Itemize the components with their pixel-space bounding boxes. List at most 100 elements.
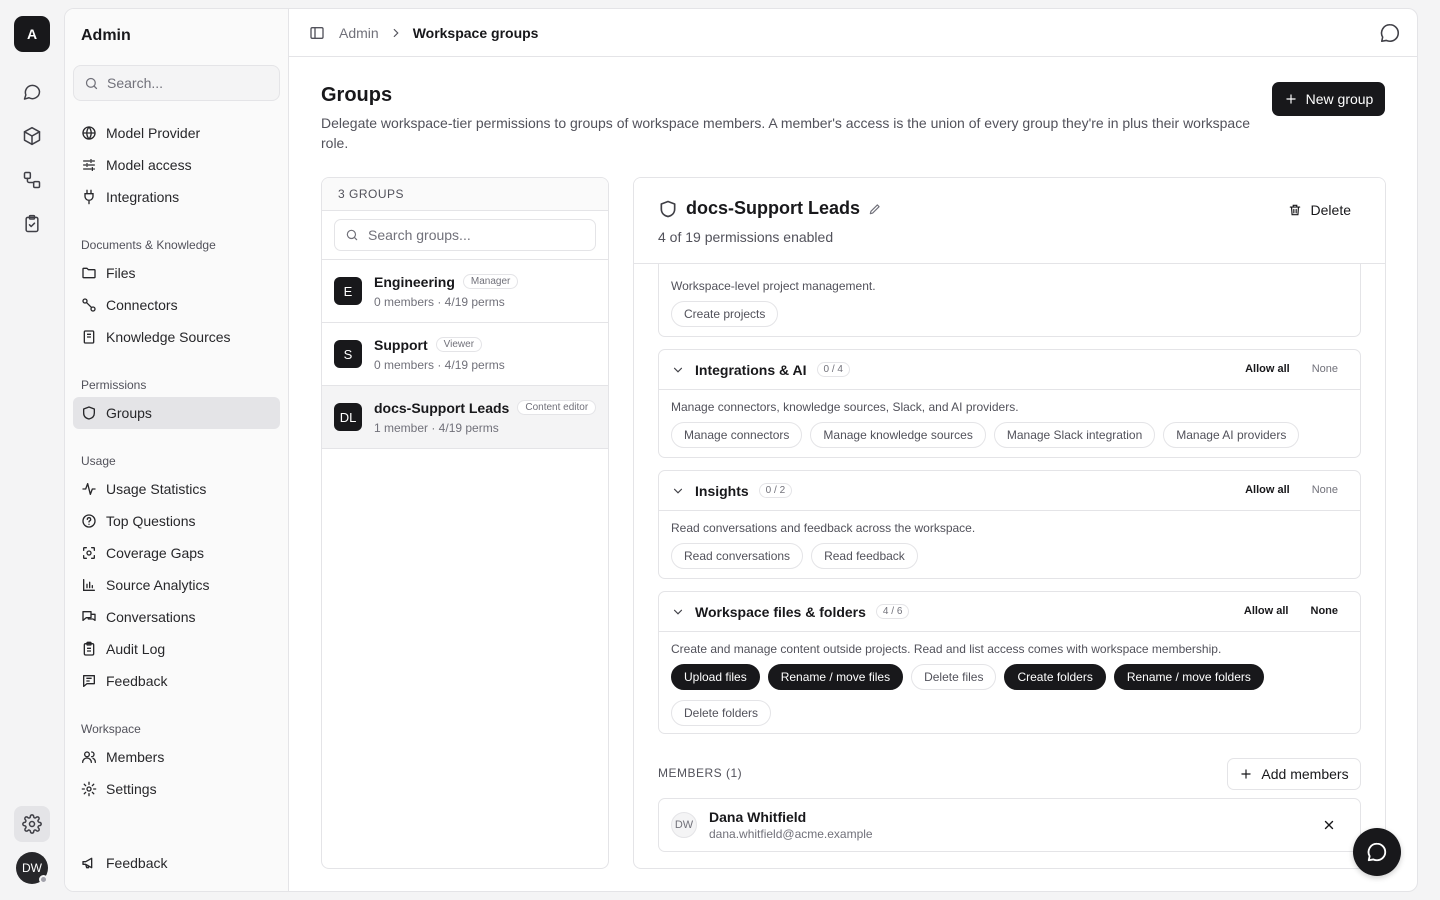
sidebar-item-label: Conversations [106, 609, 196, 625]
sidebar-footer-feedback[interactable]: Feedback [73, 847, 280, 879]
plug-icon [84, 189, 94, 205]
sidebar-search[interactable] [73, 65, 280, 101]
plus-icon [1285, 94, 1296, 104]
allow-all-button[interactable]: Allow all [1245, 363, 1290, 375]
permission-chip-rename-move-files[interactable]: Rename / move files [767, 664, 904, 690]
admin-settings-rail-button[interactable] [14, 806, 50, 842]
delete-group-button[interactable]: Delete [1288, 202, 1351, 218]
sidebar-item-model-provider[interactable]: Model Provider [73, 117, 280, 149]
none-button[interactable]: None [1312, 484, 1338, 496]
sidebar-item-usage-statistics[interactable]: Usage Statistics [73, 473, 280, 505]
sidebar-item-settings[interactable]: Settings [73, 773, 280, 805]
group-role-badge: Manager [462, 274, 519, 289]
clipboard-icon [83, 641, 95, 656]
workspace-logo[interactable]: A [14, 16, 50, 52]
none-button[interactable]: None [1311, 605, 1339, 617]
permission-chips: Upload files Rename / move files Delete … [659, 656, 1360, 738]
permission-chip-manage-ai-providers[interactable]: Manage AI providers [1163, 422, 1300, 448]
sidebar-item-connectors[interactable]: Connectors [73, 289, 280, 321]
none-button[interactable]: None [1312, 363, 1338, 375]
groups-search-input[interactable] [368, 227, 588, 243]
permission-chip-delete-files[interactable]: Delete files [911, 664, 997, 690]
shield-icon [660, 200, 676, 217]
page-description: Delegate workspace-tier permissions to g… [321, 115, 1250, 151]
permission-card-header[interactable]: Integrations & AI 0 / 4 Allow all None [659, 350, 1360, 390]
permission-chip-rename-move-folders[interactable]: Rename / move folders [1113, 664, 1264, 690]
box-icon [23, 126, 41, 146]
sidebar-item-source-analytics[interactable]: Source Analytics [73, 569, 280, 601]
permission-card-title: Insights [695, 482, 749, 499]
sidebar-item-conversations[interactable]: Conversations [73, 601, 280, 633]
permission-chip-read-conversations[interactable]: Read conversations [671, 543, 804, 569]
group-row-engineering[interactable]: E Engineering Manager 0 members · 4/19 pe… [322, 260, 608, 323]
allow-all-button[interactable]: Allow all [1244, 605, 1289, 617]
tasks-rail-button[interactable] [14, 206, 50, 242]
permission-chip-create-folders[interactable]: Create folders [1004, 664, 1106, 690]
sidebar-item-model-access[interactable]: Model access [73, 149, 280, 181]
permission-card-header[interactable]: Workspace files & folders 4 / 6 Allow al… [659, 592, 1360, 632]
gear-icon [22, 814, 42, 834]
toggle-sidebar-button[interactable] [309, 25, 325, 41]
activity-icon [82, 483, 96, 495]
megaphone-icon [82, 857, 93, 869]
allow-all-button[interactable]: Allow all [1245, 484, 1290, 496]
permission-card-count: 0 / 4 [816, 362, 850, 377]
sidebar-item-label: Members [106, 749, 165, 765]
group-name: Support [374, 336, 428, 353]
add-members-button[interactable]: Add members [1227, 758, 1361, 790]
group-row-support[interactable]: S Support Viewer 0 members · 4/19 perms [322, 323, 608, 386]
permission-chip-manage-slack[interactable]: Manage Slack integration [993, 422, 1156, 448]
permission-card-header[interactable]: Insights 0 / 2 Allow all None [659, 471, 1360, 511]
permission-chip-create-projects[interactable]: Create projects [671, 301, 779, 327]
app-shell: Admin Model Provider Model access Integr… [64, 8, 1418, 892]
remove-member-button[interactable] [1322, 818, 1336, 832]
permission-chip-manage-knowledge-sources[interactable]: Manage knowledge sources [810, 422, 986, 448]
sidebar-item-label: Usage Statistics [106, 481, 207, 497]
messages-icon [82, 611, 96, 621]
permission-chip-delete-folders[interactable]: Delete folders [671, 700, 772, 726]
sidebar-item-files[interactable]: Files [73, 257, 280, 289]
sidebar-item-groups[interactable]: Groups [73, 397, 280, 429]
chat-bubble-icon [23, 84, 41, 100]
workflows-rail-button[interactable] [14, 162, 50, 198]
group-role-badge: Content editor [517, 400, 597, 415]
sidebar-item-label: Files [106, 265, 136, 281]
permission-chips: Read conversations Read feedback [659, 535, 1360, 581]
sidebar-item-coverage-gaps[interactable]: Coverage Gaps [73, 537, 280, 569]
folder-icon [82, 267, 96, 279]
permission-chip-upload-files[interactable]: Upload files [671, 664, 760, 690]
search-icon [85, 77, 98, 89]
new-group-label: New group [1305, 91, 1374, 107]
groups-search[interactable] [334, 219, 596, 251]
sidebar-item-label: Connectors [106, 297, 178, 313]
sidebar-item-members[interactable]: Members [73, 741, 280, 773]
chevron-down-icon [673, 609, 683, 615]
user-avatar[interactable]: DW [16, 852, 48, 884]
sidebar-item-top-questions[interactable]: Top Questions [73, 505, 280, 537]
member-row: DW Dana Whitfield dana.whitfield@acme.ex… [658, 798, 1361, 852]
group-avatar: E [334, 277, 362, 305]
users-icon [82, 751, 96, 763]
connector-icon [82, 298, 96, 312]
rename-group-button[interactable] [868, 202, 882, 216]
permission-chip-manage-connectors[interactable]: Manage connectors [671, 422, 803, 448]
sidebar-item-feedback[interactable]: Feedback [73, 665, 280, 697]
breadcrumb-admin[interactable]: Admin [339, 25, 379, 41]
chat-fab-button[interactable] [1353, 828, 1401, 876]
new-group-button[interactable]: New group [1272, 82, 1385, 116]
permission-card-count: 0 / 2 [758, 483, 793, 498]
sidebar-search-input[interactable] [107, 75, 267, 91]
group-row-docs-support-leads[interactable]: DL docs-Support Leads Content editor 1 me… [322, 386, 608, 449]
sidebar-section-permissions: Permissions [81, 378, 147, 392]
assistant-button[interactable] [1379, 22, 1401, 44]
permission-chip-read-feedback[interactable]: Read feedback [811, 543, 918, 569]
gear-icon [81, 781, 97, 797]
group-detail-header: docs-Support Leads 4 of 19 permissions e… [634, 178, 1385, 264]
sidebar-item-integrations[interactable]: Integrations [73, 181, 280, 213]
sidebar-item-knowledge-sources[interactable]: Knowledge Sources [73, 321, 280, 353]
sidebar-item-audit-log[interactable]: Audit Log [73, 633, 280, 665]
sidebar-item-label: Model access [106, 157, 192, 173]
projects-rail-button[interactable] [14, 118, 50, 154]
group-avatar: S [334, 340, 362, 368]
chat-rail-button[interactable] [14, 74, 50, 110]
